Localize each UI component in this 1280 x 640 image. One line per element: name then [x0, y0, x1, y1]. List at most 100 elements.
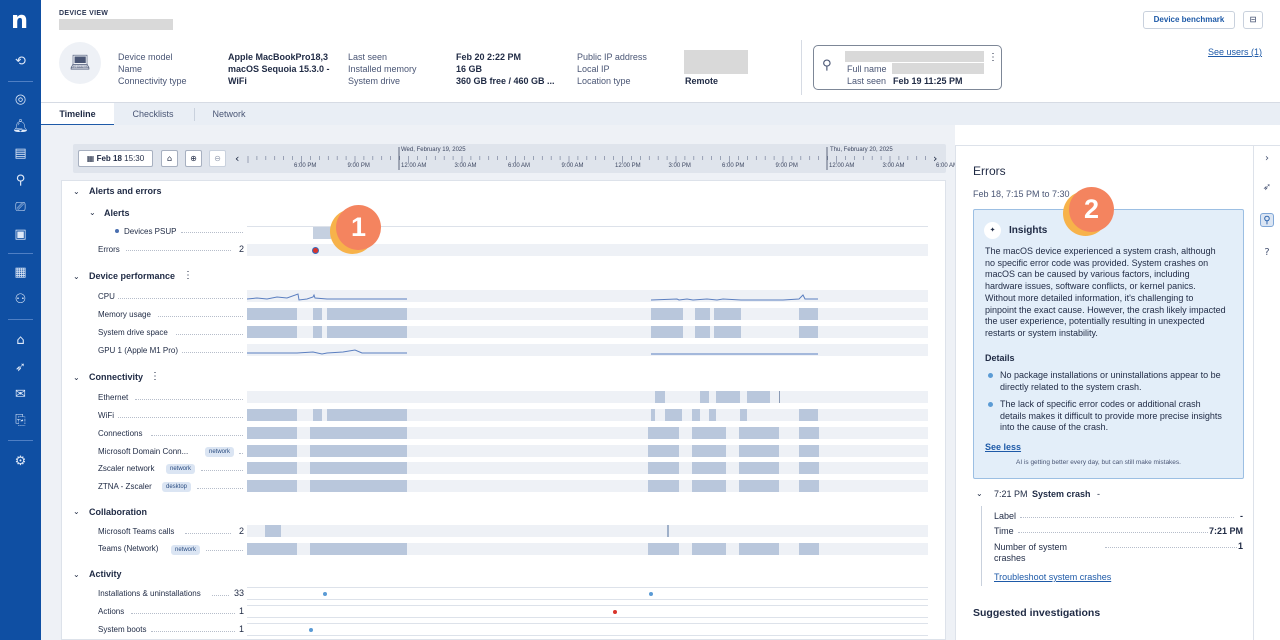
chevron-down-icon[interactable]: ⌄ — [73, 570, 80, 579]
person-search-icon[interactable]: ⚲ — [12, 172, 29, 189]
usage-bar[interactable] — [655, 391, 665, 403]
more-vert-icon[interactable]: ⋮ — [988, 52, 998, 63]
usage-bar[interactable] — [695, 326, 710, 338]
action-marker[interactable] — [613, 610, 617, 614]
report-icon[interactable]: ▣ — [12, 226, 29, 243]
refresh-search-icon[interactable]: ⟲ — [12, 53, 29, 70]
app-logo[interactable]: n — [11, 8, 30, 33]
usage-bar[interactable] — [739, 445, 779, 457]
boot-marker[interactable] — [309, 628, 313, 632]
usage-bar[interactable] — [247, 427, 297, 439]
usage-bar[interactable] — [700, 391, 709, 403]
track-gpu[interactable] — [247, 344, 928, 356]
zoom-out-icon[interactable]: ⊖ — [209, 150, 226, 167]
chevron-right-icon[interactable]: › — [1260, 152, 1274, 166]
panel-layout-icon[interactable]: ⊟ — [1243, 11, 1263, 29]
section-collaboration[interactable]: Collaboration — [89, 507, 147, 517]
tab-timeline[interactable]: Timeline — [41, 103, 114, 126]
usage-bar[interactable] — [799, 462, 819, 474]
chevron-down-icon[interactable]: ⌄ — [89, 208, 96, 217]
usage-bar[interactable] — [665, 409, 682, 421]
installation-marker[interactable] — [323, 592, 327, 596]
help-icon[interactable]: ? — [1260, 246, 1274, 260]
track-wifi[interactable] — [247, 409, 928, 421]
usage-bar[interactable] — [265, 525, 281, 537]
usage-bar[interactable] — [651, 308, 683, 320]
chat-icon[interactable]: ✉ — [12, 386, 29, 403]
usage-bar[interactable] — [799, 480, 819, 492]
track-teams-network[interactable] — [247, 543, 928, 555]
track-memory[interactable] — [247, 308, 928, 320]
usage-bar[interactable] — [313, 326, 322, 338]
track-system-boots[interactable] — [247, 623, 928, 636]
user-card[interactable]: ⚲ Full name Last seen Feb 19 11:25 PM ⋮ — [813, 45, 1002, 90]
track-ms-domain[interactable] — [247, 445, 928, 457]
usage-bar[interactable] — [716, 391, 740, 403]
device-benchmark-button[interactable]: Device benchmark — [1143, 11, 1235, 29]
usage-bar[interactable] — [648, 480, 679, 492]
track-cpu[interactable] — [246, 290, 928, 302]
usage-bar[interactable] — [651, 409, 655, 421]
section-alerts-and-errors[interactable]: Alerts and errors — [89, 186, 162, 196]
section-connectivity[interactable]: Connectivity — [89, 372, 143, 382]
usage-bar[interactable] — [695, 308, 710, 320]
date-picker[interactable]: ▦ Feb 18 15:30 — [78, 150, 153, 167]
usage-bar[interactable] — [692, 462, 726, 474]
home-icon[interactable]: ⌂ — [161, 150, 178, 167]
chevron-down-icon[interactable]: ⌄ — [73, 187, 80, 196]
usage-bar[interactable] — [310, 543, 407, 555]
track-zscaler-network[interactable] — [247, 462, 928, 474]
usage-bar[interactable] — [247, 445, 297, 457]
section-activity[interactable]: Activity — [89, 569, 122, 579]
scroll-left-icon[interactable]: ‹ — [235, 152, 239, 165]
usage-bar[interactable] — [739, 462, 779, 474]
usage-bar[interactable] — [692, 543, 726, 555]
home-bolt-icon[interactable]: ⌂ — [12, 332, 29, 349]
tab-checklists[interactable]: Checklists — [118, 103, 188, 126]
usage-bar[interactable] — [310, 445, 407, 457]
see-less-link[interactable]: See less — [985, 442, 1021, 452]
track-teams-calls[interactable] — [247, 525, 928, 537]
usage-bar[interactable] — [799, 427, 819, 439]
usage-bar[interactable] — [739, 427, 779, 439]
usage-bar[interactable] — [310, 427, 407, 439]
usage-bar[interactable] — [247, 308, 297, 320]
insights-icon[interactable]: ⚲ — [1260, 213, 1274, 227]
usage-bar[interactable] — [740, 409, 747, 421]
usage-bar[interactable] — [648, 462, 679, 474]
usage-bar[interactable] — [747, 391, 770, 403]
section-device-performance[interactable]: Device performance — [89, 271, 175, 281]
chevron-down-icon[interactable]: ⌄ — [73, 373, 80, 382]
usage-bar[interactable] — [692, 409, 700, 421]
track-installations[interactable] — [247, 587, 928, 600]
track-actions[interactable] — [247, 605, 928, 618]
rocket-icon[interactable]: ➶ — [1260, 181, 1274, 195]
usage-bar[interactable] — [692, 445, 726, 457]
usage-bar[interactable] — [247, 543, 297, 555]
gear-icon[interactable]: ⚙ — [12, 453, 29, 470]
track-connections[interactable] — [247, 427, 928, 439]
usage-bar[interactable] — [714, 308, 741, 320]
devices-icon[interactable]: ⎚ — [12, 199, 29, 216]
usage-bar[interactable] — [799, 326, 818, 338]
user-search-icon[interactable]: ⚇ — [12, 291, 29, 308]
track-ztna[interactable] — [247, 480, 928, 492]
usage-bar[interactable] — [310, 480, 407, 492]
psup-bar[interactable] — [313, 227, 331, 239]
subsection-alerts[interactable]: Alerts — [104, 208, 130, 218]
usage-bar[interactable] — [247, 409, 297, 421]
error-marker[interactable] — [312, 247, 319, 254]
usage-bar[interactable] — [310, 462, 407, 474]
usage-bar[interactable] — [651, 326, 683, 338]
chevron-down-icon[interactable]: ⌄ — [73, 272, 80, 281]
grid-icon[interactable]: ▦ — [12, 264, 29, 281]
usage-bar[interactable] — [648, 543, 679, 555]
usage-bar[interactable] — [313, 308, 322, 320]
troubleshoot-link[interactable]: Troubleshoot system crashes — [994, 572, 1111, 582]
usage-bar[interactable] — [247, 480, 297, 492]
usage-bar[interactable] — [799, 308, 818, 320]
chart-icon[interactable]: ▤ — [12, 145, 29, 162]
usage-bar[interactable] — [739, 480, 779, 492]
usage-bar[interactable] — [692, 427, 726, 439]
usage-bar[interactable] — [799, 543, 819, 555]
